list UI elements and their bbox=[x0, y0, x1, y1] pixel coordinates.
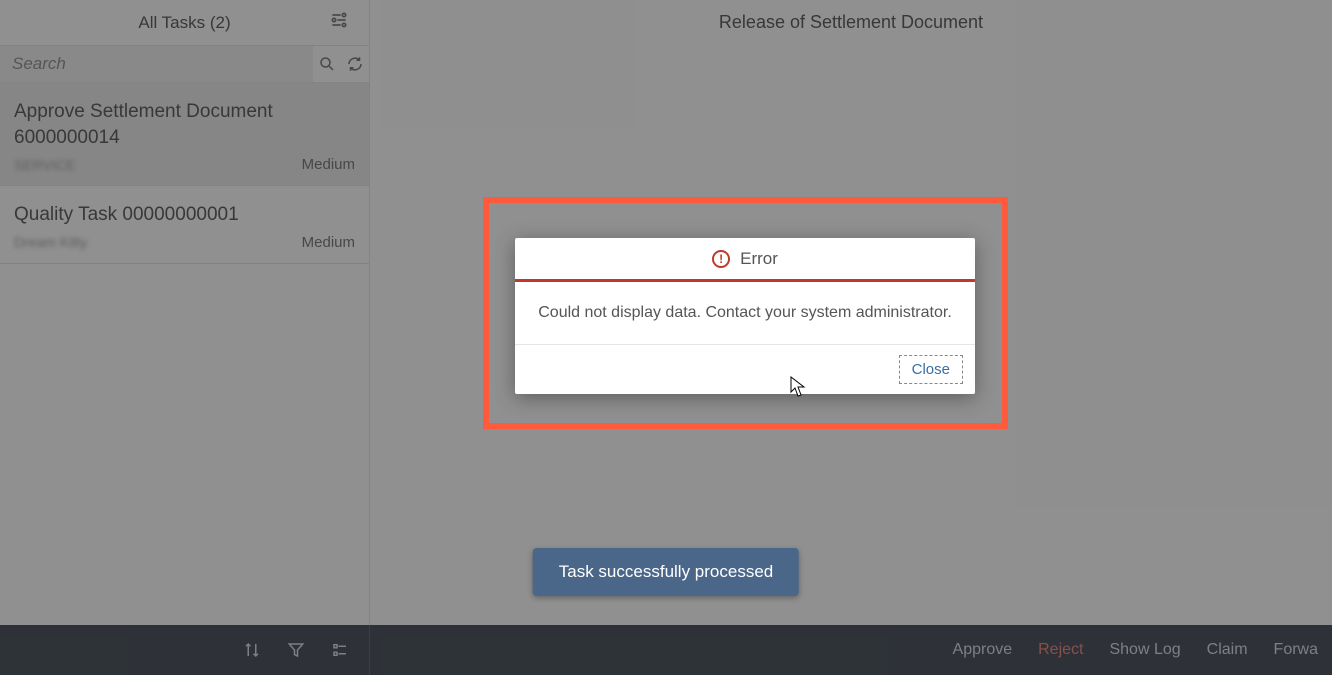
dialog-title: Error bbox=[740, 249, 778, 269]
close-button[interactable]: Close bbox=[899, 355, 963, 384]
error-dialog: ! Error Could not display data. Contact … bbox=[515, 238, 975, 394]
toast-message: Task successfully processed bbox=[533, 548, 799, 596]
dialog-footer: Close bbox=[515, 345, 975, 394]
error-icon: ! bbox=[712, 250, 730, 268]
dialog-header: ! Error bbox=[515, 238, 975, 282]
dialog-message: Could not display data. Contact your sys… bbox=[515, 282, 975, 345]
